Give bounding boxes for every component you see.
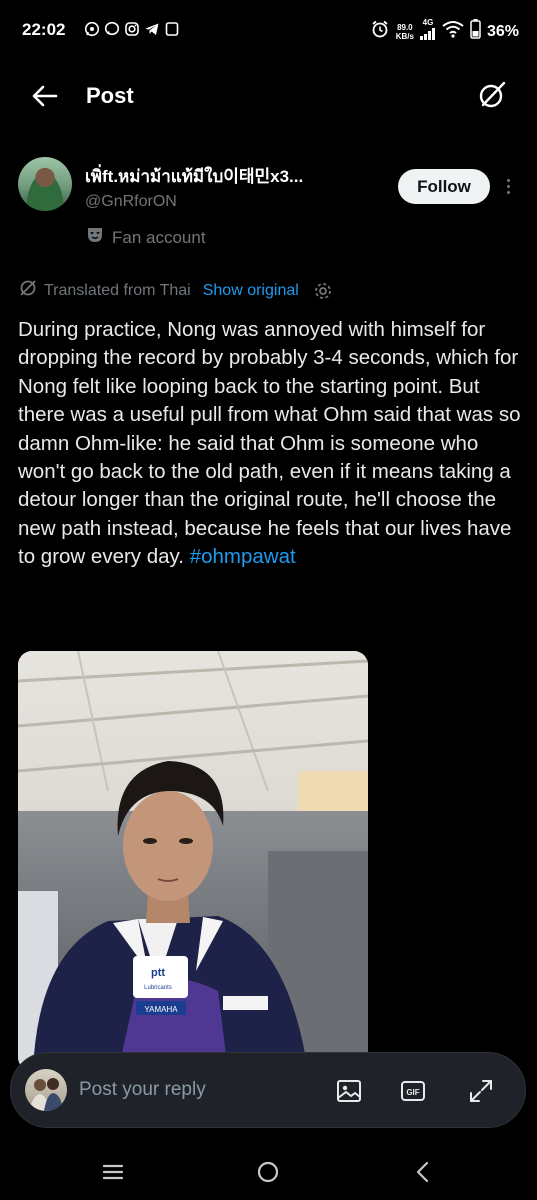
translation-row: Translated from Thai Show original: [18, 278, 333, 303]
battery-icon: [470, 19, 481, 44]
show-original-link[interactable]: Show original: [203, 282, 299, 300]
author-handle[interactable]: @GnRforON: [85, 193, 177, 211]
whatsapp-icon: [84, 21, 100, 37]
signal-icon: [419, 27, 436, 45]
status-bar: 22:02 89.0 KB/s 4G 36%: [0, 0, 537, 62]
page-title: Post: [86, 83, 134, 108]
reply-input[interactable]: Post your reply: [79, 1079, 206, 1101]
fan-account-badge: Fan account: [86, 226, 206, 249]
telegram-icon: [144, 21, 160, 37]
gear-icon[interactable]: [313, 281, 333, 301]
top-app-bar: Post: [0, 62, 537, 130]
more-options-button[interactable]: [502, 176, 514, 198]
gif-label: GIF: [406, 1088, 419, 1097]
theater-mask-icon: [86, 226, 104, 249]
app-square-icon: [164, 21, 180, 37]
wifi-icon: [442, 20, 464, 43]
jersey-yamaha: YAMAHA: [144, 1005, 178, 1014]
hashtag-link[interactable]: #ohmpawat: [190, 545, 296, 568]
menu-lines-icon: [102, 1164, 124, 1180]
author-avatar[interactable]: [18, 157, 72, 211]
battery-percent: 36%: [486, 22, 519, 40]
jersey-sponsor-sub: Lubricants: [144, 985, 172, 991]
grok-button[interactable]: [477, 80, 507, 110]
status-right: 89.0 KB/s 4G 36%: [370, 18, 519, 45]
notification-icons: [84, 21, 180, 37]
image-icon[interactable]: [335, 1077, 363, 1105]
back-nav-button[interactable]: [410, 1159, 436, 1185]
recent-apps-button[interactable]: [100, 1159, 126, 1185]
follow-button[interactable]: Follow: [398, 169, 490, 204]
reply-composer: Post your reply GIF: [10, 1052, 526, 1128]
net-speed: 89.0 KB/s: [395, 22, 414, 41]
system-nav-bar: [0, 1143, 537, 1200]
network-indicator: 4G: [419, 18, 436, 45]
post-text: During practice, Nong was annoyed with h…: [18, 316, 523, 572]
post-media-image[interactable]: ptt Lubricants YAMAHA: [18, 651, 368, 1071]
status-time: 22:02: [22, 20, 66, 39]
post-body: During practice, Nong was annoyed with h…: [18, 318, 521, 569]
messenger-icon: [104, 21, 120, 37]
translated-from-label: Translated from Thai: [44, 281, 191, 299]
user-avatar[interactable]: [25, 1069, 67, 1111]
back-arrow-icon: [32, 85, 58, 107]
translate-icon: [18, 278, 38, 303]
alarm-icon: [370, 19, 390, 44]
jersey-sponsor-ptt: ptt: [151, 967, 165, 979]
expand-icon[interactable]: [467, 1077, 495, 1105]
back-button[interactable]: [30, 82, 62, 110]
gif-icon[interactable]: GIF: [399, 1077, 427, 1105]
grok-icon: [479, 81, 506, 108]
author-name[interactable]: เพิ่ft.หม่าม้าแท้มีใบ이태민x3...: [85, 162, 375, 190]
fan-account-label: Fan account: [112, 227, 206, 247]
home-button[interactable]: [255, 1159, 281, 1185]
instagram-icon: [124, 21, 140, 37]
home-circle-icon: [257, 1161, 279, 1183]
chevron-left-icon: [416, 1161, 429, 1183]
